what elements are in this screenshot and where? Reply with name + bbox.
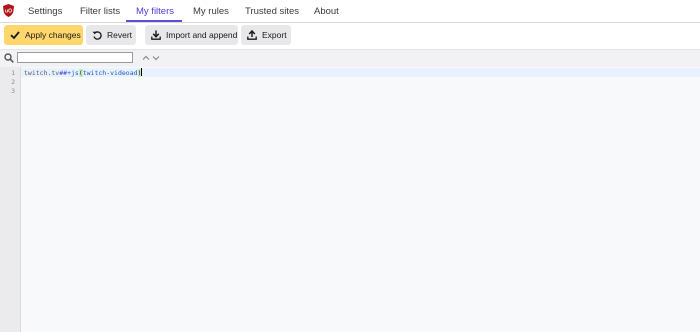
tab-my-filters[interactable]: My filters (136, 0, 174, 22)
line-number-gutter: 1 2 3 (0, 67, 21, 332)
top-navigation: uO Settings Filter lists My filters My r… (0, 0, 700, 23)
previous-match-icon[interactable] (141, 52, 151, 64)
next-match-icon[interactable] (151, 52, 161, 64)
filter-line[interactable]: twitch.tv##+js(twitch-videoad) (24, 68, 143, 78)
text-cursor (141, 68, 143, 76)
line-number: 3 (11, 87, 15, 95)
tab-my-rules[interactable]: My rules (193, 0, 229, 22)
revert-button[interactable]: Revert (86, 25, 136, 45)
svg-text:uO: uO (5, 9, 12, 15)
filter-separator: ## (59, 69, 68, 77)
apply-changes-label: Apply changes (25, 30, 81, 40)
import-and-append-label: Import and append (166, 30, 238, 40)
apply-changes-button[interactable]: Apply changes (4, 25, 83, 45)
tab-settings[interactable]: Settings (28, 0, 62, 22)
active-tab-indicator (126, 20, 182, 22)
download-icon (151, 30, 161, 40)
line-number: 1 (11, 69, 15, 77)
scriptlet-prefix: +js (67, 69, 79, 77)
export-label: Export (262, 30, 287, 40)
filter-domain: twitch.tv (24, 69, 60, 77)
toolbar: Apply changes Revert Import and append E… (0, 23, 700, 49)
tab-trusted-sites[interactable]: Trusted sites (245, 0, 299, 22)
filter-editor[interactable]: 1 2 3 twitch.tv##+js(twitch-videoad) (0, 67, 700, 332)
undo-icon (92, 31, 102, 40)
ublock-logo-icon: uO (3, 4, 14, 17)
export-button[interactable]: Export (241, 25, 291, 45)
revert-label: Revert (107, 30, 133, 40)
scriptlet-argument: twitch-videoad (82, 69, 138, 77)
upload-icon (247, 30, 257, 40)
tab-filter-lists[interactable]: Filter lists (80, 0, 120, 22)
checkmark-icon (10, 31, 20, 40)
editor-search-bar (0, 49, 700, 68)
import-and-append-button[interactable]: Import and append (145, 25, 238, 45)
search-input[interactable] (17, 52, 133, 63)
tab-about[interactable]: About (314, 0, 339, 22)
line-number: 2 (11, 78, 15, 86)
search-icon (4, 53, 14, 63)
